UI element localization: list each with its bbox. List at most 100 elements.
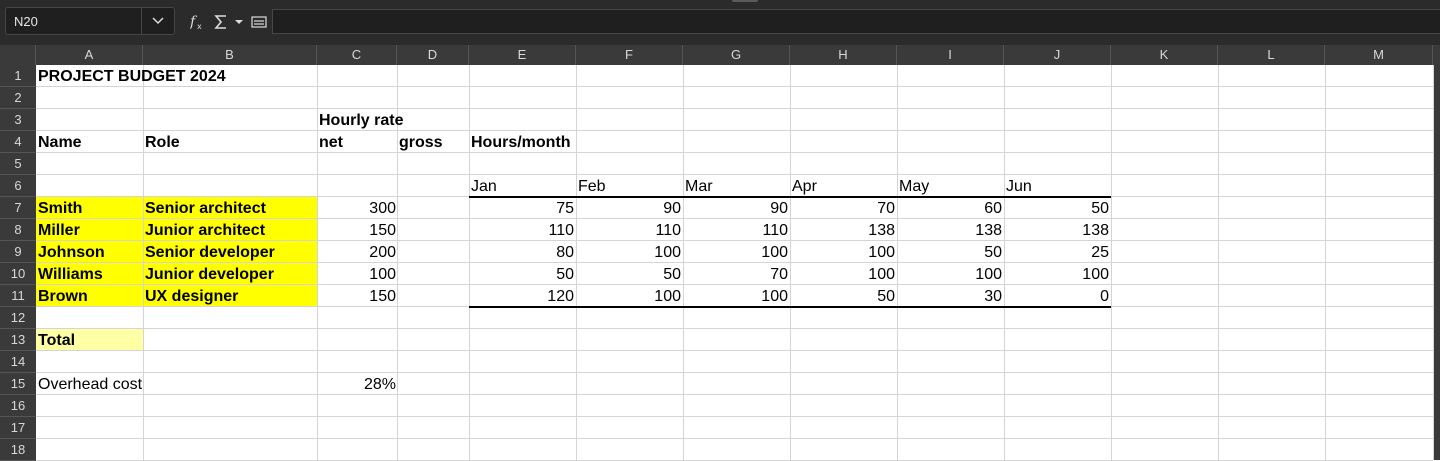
row-header[interactable]: 5 — [0, 153, 36, 175]
cell-c15-overhead-value[interactable]: 28% — [317, 374, 396, 396]
column-header[interactable]: K — [1111, 45, 1218, 65]
month-header[interactable]: Jun — [1006, 176, 1032, 198]
staff-hours[interactable]: 100 — [790, 242, 895, 264]
month-header[interactable]: Apr — [792, 176, 817, 198]
formula-equals-icon[interactable] — [250, 12, 268, 32]
select-all-corner[interactable] — [0, 45, 36, 65]
staff-hours[interactable]: 90 — [576, 198, 681, 220]
staff-name[interactable]: Smith — [38, 198, 82, 220]
column-header[interactable]: M — [1325, 45, 1433, 65]
staff-hours[interactable]: 100 — [897, 264, 1002, 286]
staff-role[interactable]: Senior developer — [145, 242, 275, 264]
staff-role[interactable]: Senior architect — [145, 198, 266, 220]
staff-hours[interactable]: 75 — [469, 198, 574, 220]
name-box[interactable]: N20 — [5, 7, 175, 35]
staff-rate[interactable]: 100 — [317, 264, 396, 286]
sum-icon[interactable] — [212, 12, 230, 32]
row-header[interactable]: 12 — [0, 307, 36, 329]
staff-role[interactable]: UX designer — [145, 286, 238, 308]
staff-hours[interactable]: 100 — [576, 242, 681, 264]
staff-hours[interactable]: 110 — [576, 220, 681, 242]
row-header[interactable]: 10 — [0, 263, 36, 285]
staff-name[interactable]: Williams — [38, 264, 103, 286]
column-header[interactable]: I — [897, 45, 1004, 65]
cell-a13-total[interactable]: Total — [38, 330, 75, 352]
row-header[interactable]: 1 — [0, 65, 36, 87]
column-header[interactable]: C — [317, 45, 397, 65]
month-header[interactable]: Jan — [471, 176, 497, 198]
formula-input[interactable] — [272, 9, 1440, 34]
row-header[interactable]: 2 — [0, 87, 36, 109]
dropdown-arrow-icon[interactable] — [234, 12, 244, 32]
column-header[interactable]: H — [790, 45, 897, 65]
staff-hours[interactable]: 50 — [576, 264, 681, 286]
staff-hours[interactable]: 50 — [790, 286, 895, 308]
cell-e4-hours-header[interactable]: Hours/month — [471, 132, 571, 154]
row-header[interactable]: 8 — [0, 219, 36, 241]
staff-hours[interactable]: 80 — [469, 242, 574, 264]
column-header[interactable]: J — [1004, 45, 1111, 65]
staff-role[interactable]: Junior architect — [145, 220, 265, 242]
staff-hours[interactable]: 100 — [1004, 264, 1109, 286]
staff-hours[interactable]: 25 — [1004, 242, 1109, 264]
chevron-down-icon[interactable] — [141, 8, 174, 34]
cell-a15-overhead-label[interactable]: Overhead cost — [38, 374, 142, 396]
staff-hours[interactable]: 100 — [683, 242, 788, 264]
staff-hours[interactable]: 60 — [897, 198, 1002, 220]
name-box-value[interactable]: N20 — [14, 14, 38, 29]
column-header[interactable]: G — [683, 45, 790, 65]
column-header[interactable]: F — [576, 45, 683, 65]
staff-hours[interactable]: 100 — [683, 286, 788, 308]
staff-hours[interactable]: 50 — [469, 264, 574, 286]
month-header[interactable]: Mar — [685, 176, 713, 198]
staff-name[interactable]: Brown — [38, 286, 88, 308]
function-wizard-icon[interactable]: fx — [189, 12, 207, 32]
staff-role[interactable]: Junior developer — [145, 264, 274, 286]
staff-rate[interactable]: 150 — [317, 286, 396, 308]
row-header[interactable]: 6 — [0, 175, 36, 197]
staff-name[interactable]: Miller — [38, 220, 80, 242]
staff-hours[interactable]: 138 — [790, 220, 895, 242]
row-header[interactable]: 11 — [0, 285, 36, 307]
staff-hours[interactable]: 30 — [897, 286, 1002, 308]
cell-b4-role-header[interactable]: Role — [145, 132, 180, 154]
staff-rate[interactable]: 200 — [317, 242, 396, 264]
staff-hours[interactable]: 70 — [790, 198, 895, 220]
row-header[interactable]: 4 — [0, 131, 36, 153]
row-header[interactable]: 13 — [0, 329, 36, 351]
staff-hours[interactable]: 100 — [576, 286, 681, 308]
staff-hours[interactable]: 138 — [1004, 220, 1109, 242]
column-header[interactable]: D — [397, 45, 469, 65]
staff-name[interactable]: Johnson — [38, 242, 105, 264]
row-header[interactable]: 3 — [0, 109, 36, 131]
staff-hours[interactable]: 50 — [1004, 198, 1109, 220]
staff-hours[interactable]: 0 — [1004, 286, 1109, 308]
month-header[interactable]: May — [899, 176, 929, 198]
cell-a4-name-header[interactable]: Name — [38, 132, 82, 154]
row-header[interactable]: 16 — [0, 395, 36, 417]
row-header[interactable]: 15 — [0, 373, 36, 395]
staff-hours[interactable]: 110 — [683, 220, 788, 242]
cell-c4-net-header[interactable]: net — [319, 132, 343, 154]
column-header[interactable]: L — [1218, 45, 1325, 65]
staff-rate[interactable]: 300 — [317, 198, 396, 220]
staff-rate[interactable]: 150 — [317, 220, 396, 242]
staff-hours[interactable]: 90 — [683, 198, 788, 220]
staff-hours[interactable]: 50 — [897, 242, 1002, 264]
column-header[interactable]: E — [469, 45, 576, 65]
cell-a1-title[interactable]: PROJECT BUDGET 2024 — [38, 66, 226, 88]
row-header[interactable]: 17 — [0, 417, 36, 439]
cell-d4-gross-header[interactable]: gross — [399, 132, 443, 154]
row-header[interactable]: 9 — [0, 241, 36, 263]
row-header[interactable]: 7 — [0, 197, 36, 219]
cell-c3-hourly-rate[interactable]: Hourly rate — [319, 110, 403, 132]
row-header[interactable]: 18 — [0, 439, 36, 461]
column-header[interactable]: A — [36, 45, 143, 65]
staff-hours[interactable]: 70 — [683, 264, 788, 286]
vertical-scrollbar[interactable] — [1433, 65, 1440, 460]
month-header[interactable]: Feb — [578, 176, 606, 198]
staff-hours[interactable]: 110 — [469, 220, 574, 242]
row-header[interactable]: 14 — [0, 351, 36, 373]
column-header[interactable]: B — [143, 45, 317, 65]
staff-hours[interactable]: 120 — [469, 286, 574, 308]
